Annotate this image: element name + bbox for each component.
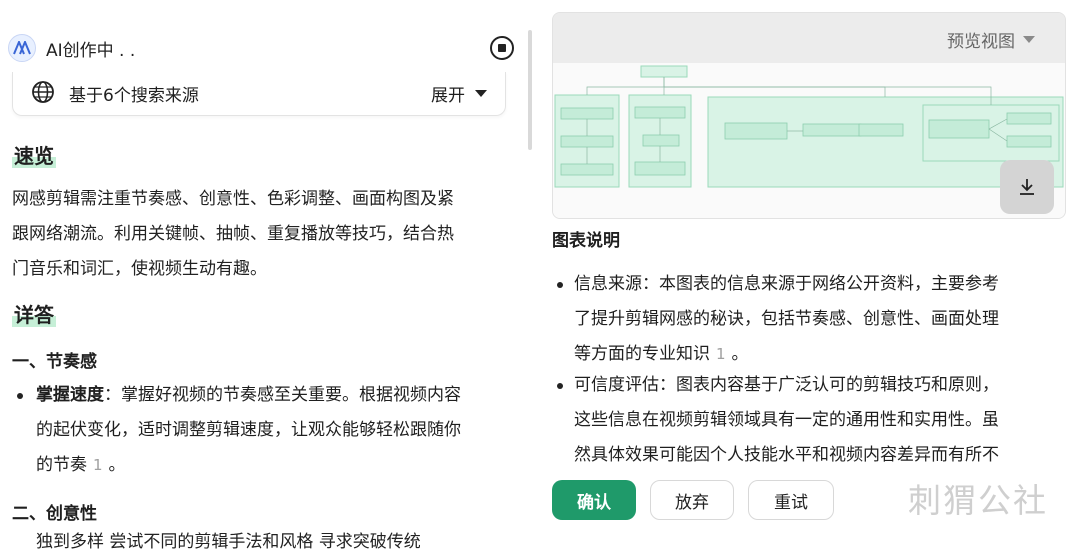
chevron-down-icon <box>1023 36 1035 43</box>
download-button[interactable] <box>1000 160 1054 214</box>
list-item: 掌握速度：掌握好视频的节奏感至关重要。根据视频内容 的起伏变化，适时调整剪辑速度… <box>12 378 507 483</box>
chart-panel: 预览视图 图表说明 信息来源：本图表的信息来源于网络公开资料，主要参考 了提升剪… <box>550 0 1080 540</box>
scrollbar[interactable] <box>528 30 532 150</box>
bullet-dot <box>17 393 23 399</box>
expand-label: 展开 <box>431 86 465 106</box>
preview-view-label: 预览视图 <box>947 32 1015 52</box>
ai-logo-icon <box>8 34 36 62</box>
summary-heading: 速览 <box>12 144 56 168</box>
preview-toolbar: 预览视图 <box>553 13 1065 63</box>
status-bar: AI创作中 . . <box>8 34 135 62</box>
section-title-creativity: 二、创意性 <box>12 504 97 524</box>
section-title-rhythm: 一、节奏感 <box>12 352 97 372</box>
list-item: 可信度评估：图表内容基于广泛认可的剪辑技巧和原则， 这些信息在视频剪辑领域具有一… <box>552 368 1064 473</box>
details-heading: 详答 <box>12 303 56 327</box>
bullet-dot <box>557 383 563 389</box>
bullet-dot <box>557 282 563 288</box>
globe-icon <box>31 80 55 108</box>
chart-explanation-title: 图表说明 <box>552 231 620 251</box>
search-sources-toggle[interactable]: 基于6个搜索来源 展开 <box>12 72 506 116</box>
diagram-preview: 预览视图 <box>552 12 1066 219</box>
list-item: 信息来源：本图表的信息来源于网络公开资料，主要参考 了提升剪辑网感的秘诀，包括节… <box>552 267 1064 372</box>
download-icon <box>1020 179 1034 195</box>
root-node <box>640 65 688 78</box>
flowchart-thumbnail[interactable] <box>553 63 1065 218</box>
action-bar: 确认 放弃 重试 <box>552 480 834 520</box>
preview-view-dropdown[interactable]: 预览视图 <box>947 27 1035 52</box>
sources-label: 基于6个搜索来源 <box>69 86 199 106</box>
chat-panel: AI创作中 . . 基于6个搜索来源 展开 速览 网感剪辑需注重节奏感、创意性、… <box>0 0 535 552</box>
summary-text: 网感剪辑需注重节奏感、创意性、色彩调整、画面构图及紧 跟网络潮流。利用关键帧、抽… <box>12 189 454 279</box>
chevron-down-icon <box>475 90 487 97</box>
citation-link[interactable]: 1 <box>93 456 103 474</box>
stop-icon <box>498 44 506 52</box>
stop-button[interactable] <box>490 36 514 60</box>
retry-button[interactable]: 重试 <box>748 480 834 520</box>
confirm-button[interactable]: 确认 <box>552 480 636 520</box>
watermark-logo: 刺猬公社 <box>908 481 1048 520</box>
status-title: AI创作中 . . <box>46 40 136 61</box>
citation-link[interactable]: 1 <box>716 345 726 363</box>
discard-button[interactable]: 放弃 <box>650 480 734 520</box>
bullet-term: 掌握速度 <box>36 385 104 405</box>
